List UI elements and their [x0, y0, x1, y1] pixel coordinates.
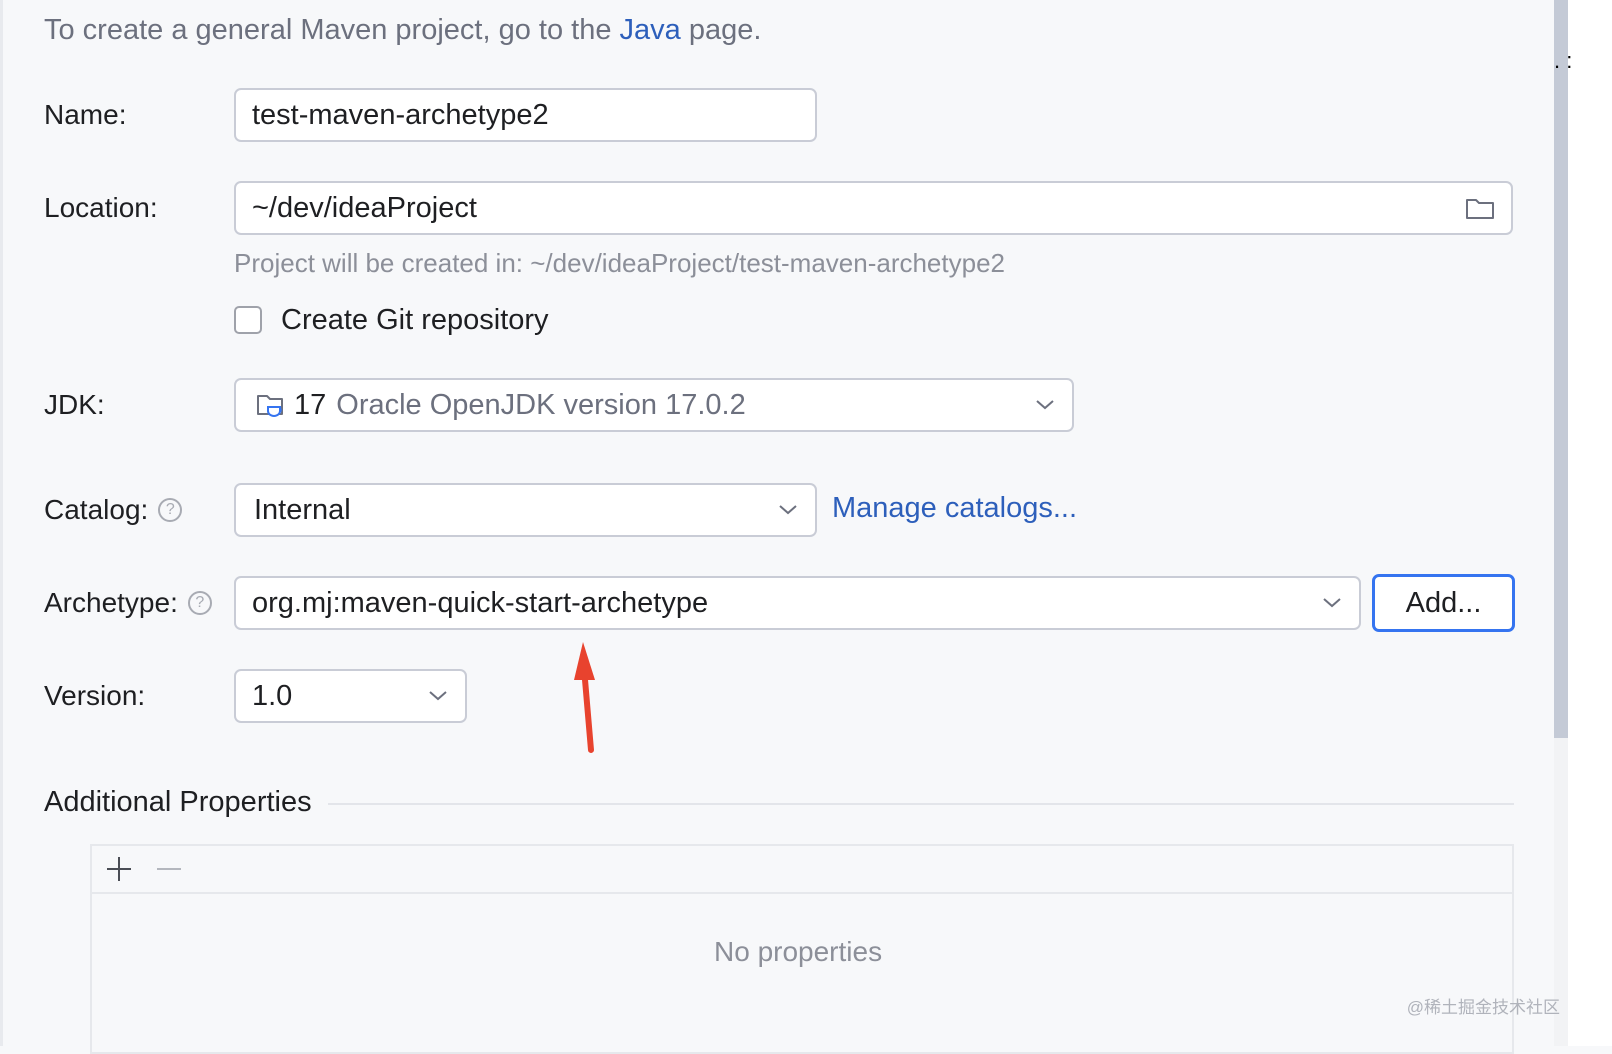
cutoff-dots: . :: [1554, 48, 1573, 73]
catalog-label-row: Catalog: ?: [44, 492, 183, 528]
additional-properties-title: Additional Properties: [44, 786, 312, 818]
add-property-button[interactable]: [102, 852, 136, 886]
watermark: @稀土掘金技术社区: [1406, 998, 1560, 1017]
chevron-down-icon: [1034, 394, 1056, 416]
catalog-select[interactable]: Internal: [234, 483, 817, 537]
git-checkbox-label[interactable]: Create Git repository: [281, 304, 549, 337]
jdk-version: 17: [294, 388, 327, 421]
archetype-help-icon[interactable]: ?: [187, 591, 212, 615]
catalog-help-icon[interactable]: ?: [158, 498, 183, 522]
location-field[interactable]: ~/dev/ideaProject: [234, 181, 1513, 235]
no-properties-text: No properties: [714, 936, 883, 967]
archetype-label-row: Archetype: ?: [44, 585, 212, 621]
location-value: ~/dev/ideaProject: [252, 191, 477, 224]
intro-suffix: page.: [688, 14, 762, 46]
archetype-select[interactable]: org.mj:maven-quick-start-archetype: [234, 576, 1361, 630]
chevron-down-icon: [777, 499, 799, 521]
window-right-edge: [1568, 0, 1612, 1046]
name-field[interactable]: test-maven-archetype2: [234, 88, 817, 142]
properties-table: No properties: [90, 844, 1514, 1054]
name-value: test-maven-archetype2: [252, 98, 549, 131]
java-page-link[interactable]: Java: [620, 14, 681, 46]
properties-toolbar: [92, 846, 1512, 894]
location-label: Location:: [44, 192, 158, 223]
remove-property-button[interactable]: [152, 852, 186, 886]
catalog-label: Catalog:: [44, 494, 149, 525]
catalog-value: Internal: [254, 493, 351, 526]
chevron-down-icon: [1321, 592, 1343, 614]
jdk-description: Oracle OpenJDK version 17.0.2: [336, 388, 746, 421]
version-value: 1.0: [252, 679, 293, 712]
add-archetype-button[interactable]: Add...: [1372, 574, 1515, 632]
location-hint: Project will be created in: ~/dev/ideaPr…: [234, 248, 1005, 278]
plus-icon: [107, 857, 131, 881]
version-label: Version:: [44, 680, 146, 711]
archetype-value: org.mj:maven-quick-start-archetype: [252, 586, 709, 619]
intro-text: To create a general Maven project, go to…: [44, 14, 761, 47]
browse-folder-icon[interactable]: [1465, 196, 1495, 220]
jdk-label: JDK:: [44, 389, 105, 420]
annotation-arrow-icon: [574, 642, 595, 753]
version-select[interactable]: 1.0: [234, 669, 467, 723]
name-label: Name:: [44, 99, 127, 130]
minus-icon: [157, 868, 181, 870]
git-checkbox[interactable]: [234, 306, 262, 334]
jdk-folder-icon: [256, 391, 288, 419]
window-left-edge: [0, 0, 3, 1046]
scrollbar-thumb[interactable]: [1554, 0, 1568, 738]
chevron-down-icon: [427, 685, 449, 707]
section-divider: [328, 803, 1514, 805]
intro-prefix: To create a general Maven project, go to…: [44, 14, 612, 46]
manage-catalogs-link[interactable]: Manage catalogs...: [832, 492, 1077, 525]
archetype-label: Archetype:: [44, 587, 178, 618]
jdk-select[interactable]: 17 Oracle OpenJDK version 17.0.2: [234, 378, 1074, 432]
